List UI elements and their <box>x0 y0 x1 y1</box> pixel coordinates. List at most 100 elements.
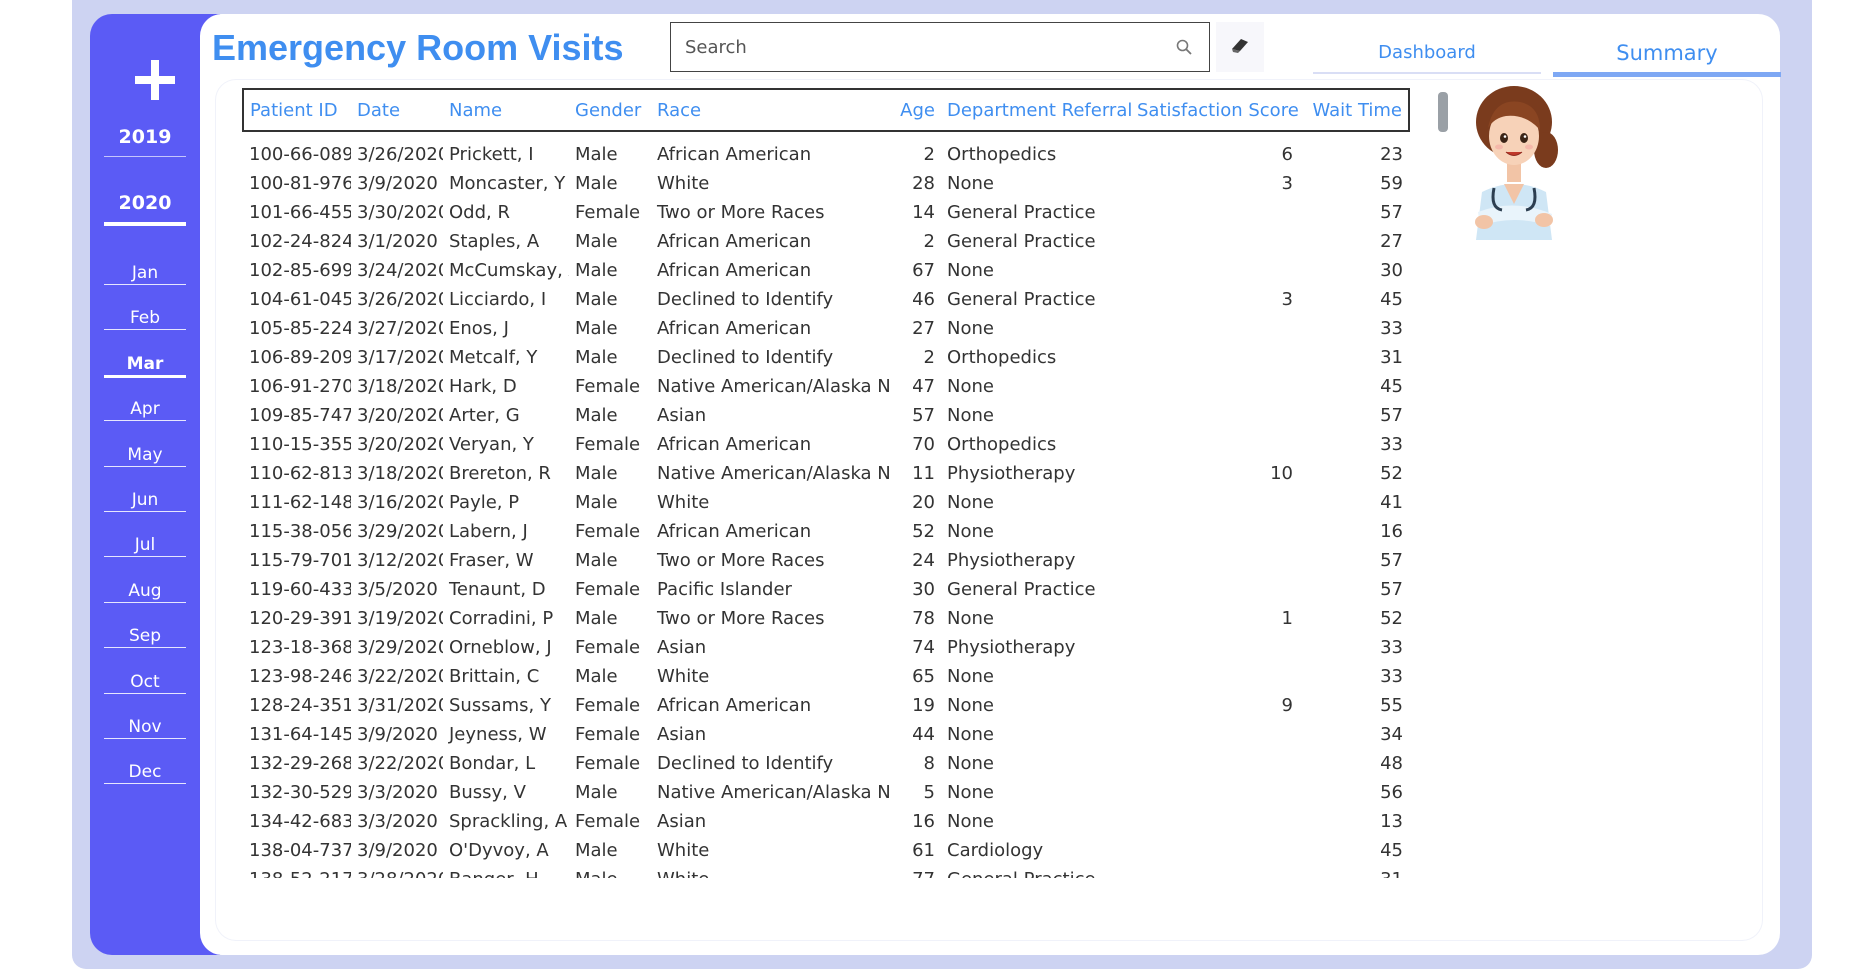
table-row[interactable]: 110-62-8138 3/18/2020 Brereton, R Male Nativ… <box>243 459 1409 488</box>
patient-id-cell: 102-85-6993 <box>249 260 351 281</box>
table-scrollbar[interactable] <box>1438 92 1448 132</box>
column-header-age[interactable]: Age <box>891 89 941 131</box>
wait-time-cell: 33 <box>1380 434 1403 455</box>
wait-time-cell: 57 <box>1380 579 1403 600</box>
patient-id-cell: 115-38-0568 <box>249 521 351 542</box>
month-item-aug[interactable]: Aug <box>104 580 186 603</box>
name-cell: McCumskay, A <box>449 260 569 281</box>
year-item-2019[interactable]: 2019 <box>104 118 186 157</box>
column-header-satisfaction-score[interactable]: Satisfaction Score <box>1131 89 1299 131</box>
satisfaction-score-cell: 3 <box>1281 173 1293 194</box>
gender-cell: Male <box>575 550 618 571</box>
column-header-race[interactable]: Race <box>651 89 891 131</box>
month-item-oct[interactable]: Oct <box>104 671 186 694</box>
column-header-gender[interactable]: Gender <box>569 89 651 131</box>
age-cell: 16 <box>912 811 935 832</box>
table-row[interactable]: 109-85-7478 3/20/2020 Arter, G Male Asian 57 N… <box>243 401 1409 430</box>
gender-cell: Male <box>575 347 618 368</box>
search-input[interactable] <box>671 23 1161 71</box>
search-icon[interactable] <box>1175 38 1193 56</box>
table-row[interactable]: 123-18-3686 3/29/2020 Orneblow, J Female Asi… <box>243 633 1409 662</box>
age-cell: 46 <box>912 289 935 310</box>
department-referral-cell: None <box>947 811 994 832</box>
name-cell: Metcalf, Y <box>449 347 538 368</box>
race-cell: Declined to Identify <box>657 289 834 310</box>
column-header-department-referral[interactable]: Department Referral <box>941 89 1131 131</box>
department-referral-cell: Orthopedics <box>947 144 1057 165</box>
month-item-jun[interactable]: Jun <box>104 489 186 512</box>
table-row[interactable]: 101-66-4553 3/30/2020 Odd, R Female Two or M… <box>243 198 1409 227</box>
table-row[interactable]: 111-62-1484 3/16/2020 Payle, P Male White 20 N… <box>243 488 1409 517</box>
month-item-jan[interactable]: Jan <box>104 262 186 285</box>
table-row[interactable]: 104-61-0458 3/26/2020 Licciardo, I Male Decl… <box>243 285 1409 314</box>
patient-id-cell: 123-98-2462 <box>249 666 351 687</box>
date-cell: 3/12/2020 <box>357 550 443 571</box>
column-header-wait-time[interactable]: Wait Time <box>1299 89 1409 131</box>
age-cell: 65 <box>912 666 935 687</box>
table-row[interactable]: 102-85-6993 3/24/2020 McCumskay, A Male Afri… <box>243 256 1409 285</box>
month-item-jul[interactable]: Jul <box>104 534 186 558</box>
name-cell: Licciardo, I <box>449 289 547 310</box>
name-cell: Moncaster, Y <box>449 173 566 194</box>
month-item-sep[interactable]: Sep <box>104 625 186 649</box>
satisfaction-score-cell <box>1131 575 1299 604</box>
table-row[interactable]: 120-29-3911 3/19/2020 Corradini, P Male Two … <box>243 604 1409 633</box>
department-referral-cell: None <box>947 666 994 687</box>
date-cell: 3/17/2020 <box>357 347 443 368</box>
table-row[interactable]: 134-42-6830 3/3/2020 Sprackling, A Female As… <box>243 807 1409 836</box>
gender-cell: Male <box>575 405 618 426</box>
date-cell: 3/22/2020 <box>357 753 443 774</box>
table-row[interactable]: 102-24-8249 3/1/2020 Staples, A Male African… <box>243 227 1409 256</box>
gender-cell: Male <box>575 289 618 310</box>
wait-time-cell: 16 <box>1380 521 1403 542</box>
tab-dashboard[interactable]: Dashboard <box>1313 34 1541 74</box>
table-row[interactable]: 123-98-2462 3/22/2020 Brittain, C Male White… <box>243 662 1409 691</box>
gender-cell: Female <box>575 724 641 745</box>
wait-time-cell: 48 <box>1380 753 1403 774</box>
department-referral-cell: General Practice <box>947 231 1096 252</box>
month-item-may[interactable]: May <box>104 444 186 467</box>
date-cell: 3/24/2020 <box>357 260 443 281</box>
age-cell: 20 <box>912 492 935 513</box>
race-cell: White <box>657 173 710 194</box>
column-header-name[interactable]: Name <box>443 89 569 131</box>
table-row[interactable]: 119-60-4337 3/5/2020 Tenaunt, D Female Pacif… <box>243 575 1409 604</box>
table-header: Patient ID Date Name Gender Race Age Dep… <box>243 89 1409 131</box>
table-row[interactable]: 115-38-0568 3/29/2020 Labern, J Female Afric… <box>243 517 1409 546</box>
name-cell: Sprackling, A <box>449 811 568 832</box>
patient-id-cell: 131-64-1456 <box>249 724 351 745</box>
table-row[interactable]: 100-81-9769 3/9/2020 Moncaster, Y Male White… <box>243 169 1409 198</box>
month-item-feb[interactable]: Feb <box>104 307 186 331</box>
table-row[interactable]: 131-64-1456 3/9/2020 Jeyness, W Female Asian… <box>243 720 1409 749</box>
tab-summary[interactable]: Summary <box>1553 34 1781 77</box>
table-row[interactable]: 128-24-3514 3/31/2020 Sussams, Y Female Afri… <box>243 691 1409 720</box>
race-cell: African American <box>657 318 812 339</box>
table-row[interactable]: 138-52-21713/28/2020Banger, HMaleWhite77… <box>243 865 1409 878</box>
month-item-nov[interactable]: Nov <box>104 716 186 739</box>
month-item-apr[interactable]: Apr <box>104 398 186 422</box>
department-referral-cell: General Practice <box>941 865 1131 878</box>
table-row[interactable]: 110-15-3555 3/20/2020 Veryan, Y Female Afric… <box>243 430 1409 459</box>
satisfaction-score-cell <box>1131 488 1299 517</box>
table-row[interactable]: 100-66-0896 3/26/2020 Prickett, I Male Afric… <box>243 131 1409 169</box>
department-referral-cell: None <box>947 376 994 397</box>
month-item-mar[interactable]: Mar <box>104 353 186 378</box>
clear-filters-button[interactable] <box>1216 22 1264 72</box>
plus-icon[interactable] <box>125 50 185 110</box>
table-row[interactable]: 106-89-2099 3/17/2020 Metcalf, Y Male Declin… <box>243 343 1409 372</box>
patient-id-cell: 138-04-7377 <box>249 840 351 861</box>
table-row[interactable]: 106-91-2707 3/18/2020 Hark, D Female Native … <box>243 372 1409 401</box>
table-row[interactable]: 132-30-5293 3/3/2020 Bussy, V Male Native Am… <box>243 778 1409 807</box>
race-cell: African American <box>657 521 812 542</box>
gender-cell: Male <box>575 144 618 165</box>
table-row[interactable]: 132-29-2684 3/22/2020 Bondar, L Female Decli… <box>243 749 1409 778</box>
table-row[interactable]: 115-79-7016 3/12/2020 Fraser, W Male Two or … <box>243 546 1409 575</box>
date-cell: 3/19/2020 <box>357 608 443 629</box>
table-row[interactable]: 138-04-7377 3/9/2020 O'Dyvoy, A Male White 61… <box>243 836 1409 865</box>
main-content: Emergency Room Visits Dashboard Summary <box>200 14 1781 955</box>
year-item-2020[interactable]: 2020 <box>104 184 186 226</box>
column-header-patient-id[interactable]: Patient ID <box>243 89 351 131</box>
column-header-date[interactable]: Date <box>351 89 443 131</box>
month-item-dec[interactable]: Dec <box>104 761 186 785</box>
table-row[interactable]: 105-85-2242 3/27/2020 Enos, J Male African A… <box>243 314 1409 343</box>
